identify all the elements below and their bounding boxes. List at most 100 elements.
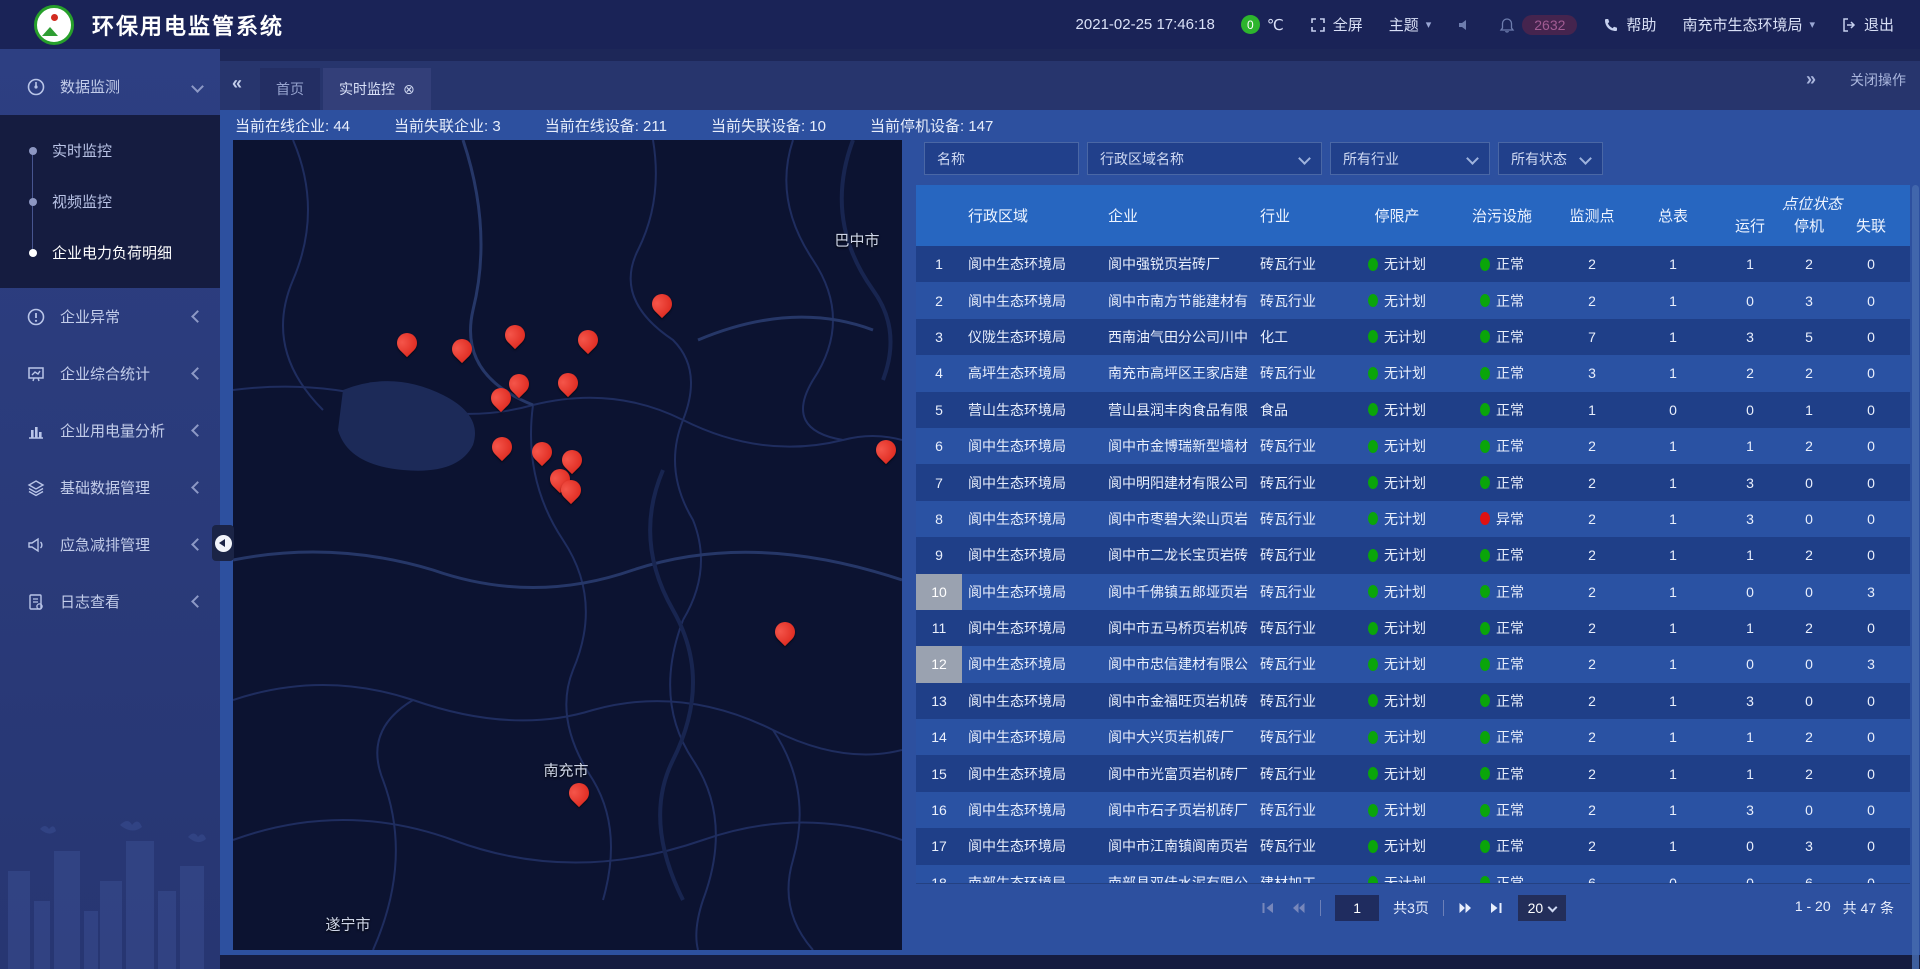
tab-realtime-monitor[interactable]: 实时监控 ⊗ xyxy=(323,68,431,110)
table-row[interactable]: 9阆中生态环境局阆中市二龙长宝页岩砖砖瓦行业无计划正常21120 xyxy=(916,537,1910,573)
prev-page-icon[interactable] xyxy=(1290,900,1306,916)
table-row[interactable]: 18南部生态环境局南部县双佳水泥有限公建材加工无计划正常60060 xyxy=(916,865,1910,883)
status-filter-select[interactable]: 所有状态 xyxy=(1498,142,1603,175)
cell-industry: 砖瓦行业 xyxy=(1254,428,1342,464)
table-row[interactable]: 11阆中生态环境局阆中市五马桥页岩机砖砖瓦行业无计划正常21120 xyxy=(916,610,1910,646)
name-filter-input[interactable] xyxy=(924,142,1079,175)
fullscreen-button[interactable]: 全屏 xyxy=(1310,14,1363,35)
stat-当前失联设备: 当前失联设备: 10 xyxy=(711,115,826,136)
table-row[interactable]: 15阆中生态环境局阆中市光富页岩机砖厂砖瓦行业无计划正常21120 xyxy=(916,755,1910,791)
cell-company: 阆中市江南镇阆南页岩 xyxy=(1102,828,1254,864)
map-panel[interactable]: 巴中市南充市遂宁市 xyxy=(233,140,902,950)
table-scrollbar[interactable] xyxy=(1912,185,1919,969)
pagination-summary: 1 - 20 共 47 条 xyxy=(1795,898,1894,918)
mute-button[interactable] xyxy=(1457,17,1473,33)
cell-stopped: 5 xyxy=(1786,319,1832,355)
table-row[interactable]: 16阆中生态环境局阆中市石子页岩机砖厂砖瓦行业无计划正常21300 xyxy=(916,792,1910,828)
alert-icon xyxy=(26,307,46,327)
industry-filter-select[interactable]: 所有行业 xyxy=(1330,142,1490,175)
cell-run: 3 xyxy=(1714,792,1786,828)
cell-total: 0 xyxy=(1632,392,1714,428)
logout-button[interactable]: 退出 xyxy=(1841,14,1894,35)
sidebar-item-企业用电量分析[interactable]: 企业用电量分析 xyxy=(0,402,220,459)
first-page-icon[interactable] xyxy=(1260,900,1276,916)
table-row[interactable]: 8阆中生态环境局阆中市枣碧大梁山页岩砖瓦行业无计划异常21300 xyxy=(916,501,1910,537)
status-dot-green xyxy=(1480,876,1490,883)
enterprise-panel: 行政区域名称 所有行业 所有状态 行政区域 企业 行业 停限产 治污设施 xyxy=(916,110,1910,955)
sidebar-subitem-企业电力负荷明细[interactable]: 企业电力负荷明细 xyxy=(0,227,220,278)
table-row[interactable]: 2阆中生态环境局阆中市南方节能建材有砖瓦行业无计划正常21030 xyxy=(916,282,1910,318)
cell-run: 0 xyxy=(1714,865,1786,883)
org-dropdown[interactable]: 南充市生态环境局 ▾ xyxy=(1682,14,1815,35)
theme-label: 主题 xyxy=(1389,14,1419,35)
bullet-dot-icon xyxy=(29,147,37,155)
cell-company: 阆中大兴页岩机砖厂 xyxy=(1102,719,1254,755)
table-row[interactable]: 14阆中生态环境局阆中大兴页岩机砖厂砖瓦行业无计划正常21120 xyxy=(916,719,1910,755)
region-filter-select[interactable]: 行政区域名称 xyxy=(1087,142,1322,175)
notifications-button[interactable]: 2632 xyxy=(1499,15,1577,35)
table-row[interactable]: 4高坪生态环境局南充市高坪区王家店建砖瓦行业无计划正常31220 xyxy=(916,355,1910,391)
close-operations-button[interactable]: 关闭操作 xyxy=(1850,70,1906,90)
sidebar-item-数据监测[interactable]: 数据监测 xyxy=(0,58,220,115)
app: 环保用电监管系统 2021-02-25 17:46:18 0 ℃ 全屏 主题 ▾… xyxy=(0,0,1920,969)
phone-icon xyxy=(1603,17,1619,33)
status-dot-green xyxy=(1368,585,1378,598)
sidebar-subitem-视频监控[interactable]: 视频监控 xyxy=(0,176,220,227)
cell-run: 3 xyxy=(1714,683,1786,719)
cell-index: 17 xyxy=(916,828,962,864)
cell-monitor: 2 xyxy=(1552,537,1632,573)
table-row[interactable]: 5营山生态环境局营山县润丰肉食品有限食品无计划正常10010 xyxy=(916,392,1910,428)
table-row[interactable]: 13阆中生态环境局阆中市金福旺页岩机砖砖瓦行业无计划正常21300 xyxy=(916,683,1910,719)
table-row[interactable]: 3仪陇生态环境局西南油气田分公司川中化工无计划正常71350 xyxy=(916,319,1910,355)
cell-company: 营山县润丰肉食品有限 xyxy=(1102,392,1254,428)
last-page-icon[interactable] xyxy=(1488,900,1504,916)
cell-lost: 0 xyxy=(1832,501,1910,537)
table-row[interactable]: 17阆中生态环境局阆中市江南镇阆南页岩砖瓦行业无计划正常21030 xyxy=(916,828,1910,864)
sidebar-item-应急减排管理[interactable]: 应急减排管理 xyxy=(0,516,220,573)
cell-stop: 无计划 xyxy=(1342,392,1452,428)
page-number-input[interactable]: 1 xyxy=(1335,895,1379,921)
next-page-icon[interactable] xyxy=(1458,900,1474,916)
cell-lost: 0 xyxy=(1832,282,1910,318)
logout-icon xyxy=(1841,17,1857,33)
cell-stopped: 0 xyxy=(1786,792,1832,828)
table-row[interactable]: 1阆中生态环境局阆中强锐页岩砖厂砖瓦行业无计划正常21120 xyxy=(916,246,1910,282)
tab-home[interactable]: 首页 xyxy=(260,68,320,110)
status-dot-green xyxy=(1368,731,1378,744)
col-index xyxy=(916,185,962,246)
sidebar-collapse-toggle[interactable] xyxy=(212,525,234,561)
sidebar-item-基础数据管理[interactable]: 基础数据管理 xyxy=(0,459,220,516)
col-company: 企业 xyxy=(1102,185,1254,246)
help-button[interactable]: 帮助 xyxy=(1603,14,1656,35)
cell-treatment: 正常 xyxy=(1452,792,1552,828)
cell-industry: 砖瓦行业 xyxy=(1254,755,1342,791)
cell-stopped: 0 xyxy=(1786,646,1832,682)
table-row[interactable]: 7阆中生态环境局阆中明阳建材有限公司砖瓦行业无计划正常21300 xyxy=(916,464,1910,500)
table-row[interactable]: 6阆中生态环境局阆中市金博瑞新型墙材砖瓦行业无计划正常21120 xyxy=(916,428,1910,464)
cell-index: 11 xyxy=(916,610,962,646)
bar-chart-icon xyxy=(26,421,46,441)
table-row[interactable]: 12阆中生态环境局阆中市忠信建材有限公砖瓦行业无计划正常21003 xyxy=(916,646,1910,682)
status-filter-value: 所有状态 xyxy=(1511,149,1567,169)
cell-lost: 0 xyxy=(1832,755,1910,791)
table-row[interactable]: 10阆中生态环境局阆中千佛镇五郎垭页岩砖瓦行业无计划正常21003 xyxy=(916,574,1910,610)
tab-scroll-left-icon[interactable]: « xyxy=(232,73,242,94)
sidebar-item-日志查看[interactable]: 日志查看 xyxy=(0,573,220,630)
total-pages-label: 共3页 xyxy=(1393,898,1429,918)
sidebar-subitem-实时监控[interactable]: 实时监控 xyxy=(0,125,220,176)
tab-scroll-right-icon[interactable]: » xyxy=(1806,69,1816,90)
sidebar-item-企业异常[interactable]: 企业异常 xyxy=(0,288,220,345)
cell-stopped: 2 xyxy=(1786,610,1832,646)
cell-treatment: 正常 xyxy=(1452,319,1552,355)
status-dot-green xyxy=(1480,622,1490,635)
industry-filter-value: 所有行业 xyxy=(1343,149,1399,169)
sidebar-submenu: 实时监控视频监控企业电力负荷明细 xyxy=(0,115,220,288)
sidebar-item-企业综合统计[interactable]: 企业综合统计 xyxy=(0,345,220,402)
theme-dropdown[interactable]: 主题 ▾ xyxy=(1389,14,1432,35)
page-size-select[interactable]: 20 xyxy=(1518,895,1566,921)
cell-run: 0 xyxy=(1714,282,1786,318)
cell-company: 阆中市金福旺页岩机砖 xyxy=(1102,683,1254,719)
cell-stopped: 2 xyxy=(1786,755,1832,791)
cell-monitor: 2 xyxy=(1552,719,1632,755)
close-icon[interactable]: ⊗ xyxy=(403,81,415,98)
